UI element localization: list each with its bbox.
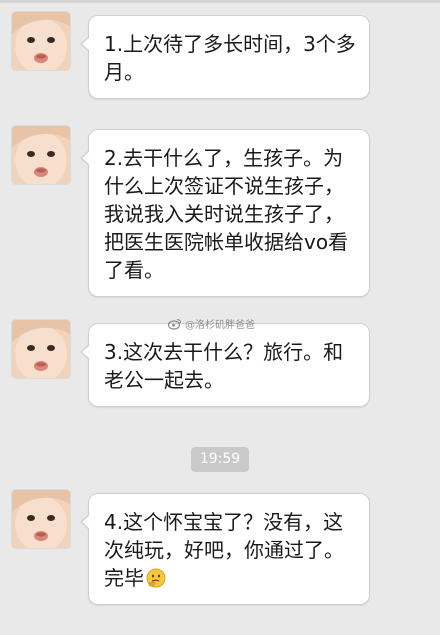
- sender-avatar[interactable]: [12, 490, 70, 548]
- weibo-logo-icon: [168, 318, 182, 330]
- sender-avatar[interactable]: [12, 126, 70, 184]
- message-bubble[interactable]: 2.去干什么了，生孩子。为什么上次签证不说生孩子，我说我入关时说生孩子了，把医生…: [80, 129, 370, 297]
- message-bubble[interactable]: 3.这次去干什么？旅行。和老公一起去。: [80, 323, 370, 407]
- message-bubble[interactable]: 1.上次待了多长时间，3个多月。: [80, 15, 370, 99]
- sender-avatar[interactable]: [12, 12, 70, 70]
- timestamp-badge: 19:59: [191, 447, 249, 472]
- top-divider: [0, 0, 440, 3]
- message-text: 4.这个怀宝宝了？没有，这次纯玩，好吧，你通过了。完毕: [104, 510, 344, 590]
- thinking-face-emoji-icon: [146, 567, 166, 588]
- watermark-text: @洛杉矶胖爸爸: [185, 320, 255, 331]
- message-text: 1.上次待了多长时间，3个多月。: [104, 32, 356, 84]
- sender-avatar[interactable]: [12, 320, 70, 378]
- message-text: 3.这次去干什么？旅行。和老公一起去。: [104, 340, 344, 392]
- message-bubble[interactable]: 4.这个怀宝宝了？没有，这次纯玩，好吧，你通过了。完毕: [80, 493, 370, 605]
- weibo-watermark: @洛杉矶胖爸爸: [168, 316, 255, 331]
- message-text: 2.去干什么了，生孩子。为什么上次签证不说生孩子，我说我入关时说生孩子了，把医生…: [104, 146, 349, 282]
